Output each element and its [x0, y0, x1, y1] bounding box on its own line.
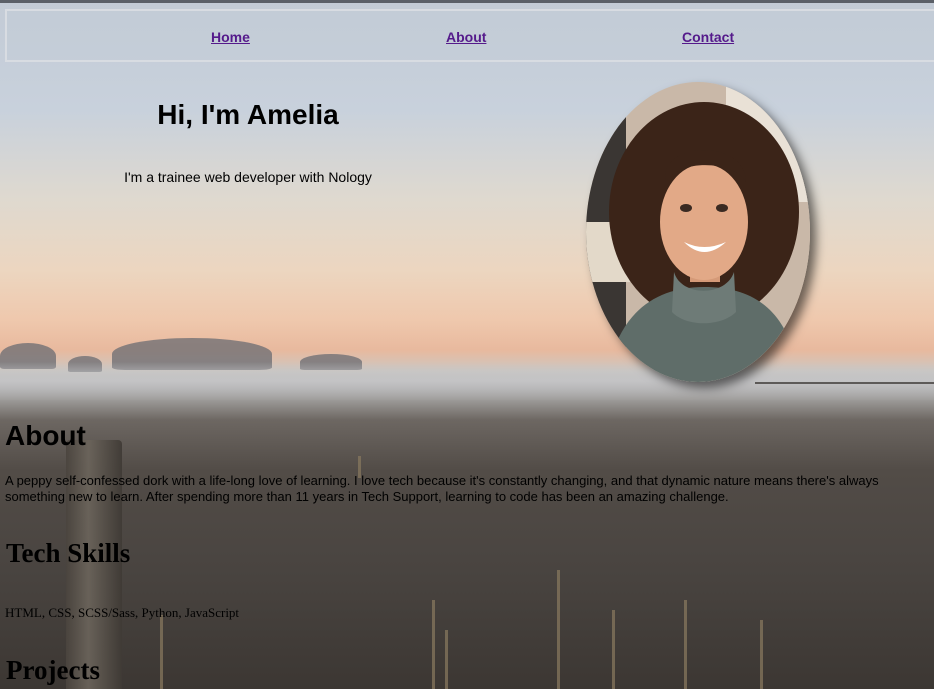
grass-stalk: [760, 620, 763, 689]
grass-stalk: [432, 600, 435, 689]
tech-skills-heading: Tech Skills: [6, 538, 131, 568]
nav-link-home[interactable]: Home: [211, 29, 250, 45]
about-heading: About: [5, 420, 86, 451]
grass-stalk: [684, 600, 687, 689]
fog-layer: [0, 362, 934, 400]
projects-heading: Projects: [6, 655, 100, 685]
grass-stalk: [557, 570, 560, 689]
about-text: A peppy self-confessed dork with a life-…: [5, 473, 879, 504]
hero-subtitle: I'm a trainee web developer with Nology: [124, 169, 372, 185]
hero-title: Hi, I'm Amelia: [157, 99, 339, 130]
nav-link-contact[interactable]: Contact: [682, 29, 734, 45]
grass-stalk: [445, 630, 448, 689]
top-navigation: Home About Contact: [5, 9, 934, 62]
tech-skills-list: HTML, CSS, SCSS/Sass, Python, JavaScript: [5, 605, 240, 620]
grass-stalk: [160, 615, 163, 689]
grass-stalk: [612, 610, 615, 689]
profile-photo: [586, 82, 810, 382]
nav-link-about[interactable]: About: [446, 29, 486, 45]
fence-line: [755, 382, 934, 384]
browser-edge: [0, 0, 934, 3]
